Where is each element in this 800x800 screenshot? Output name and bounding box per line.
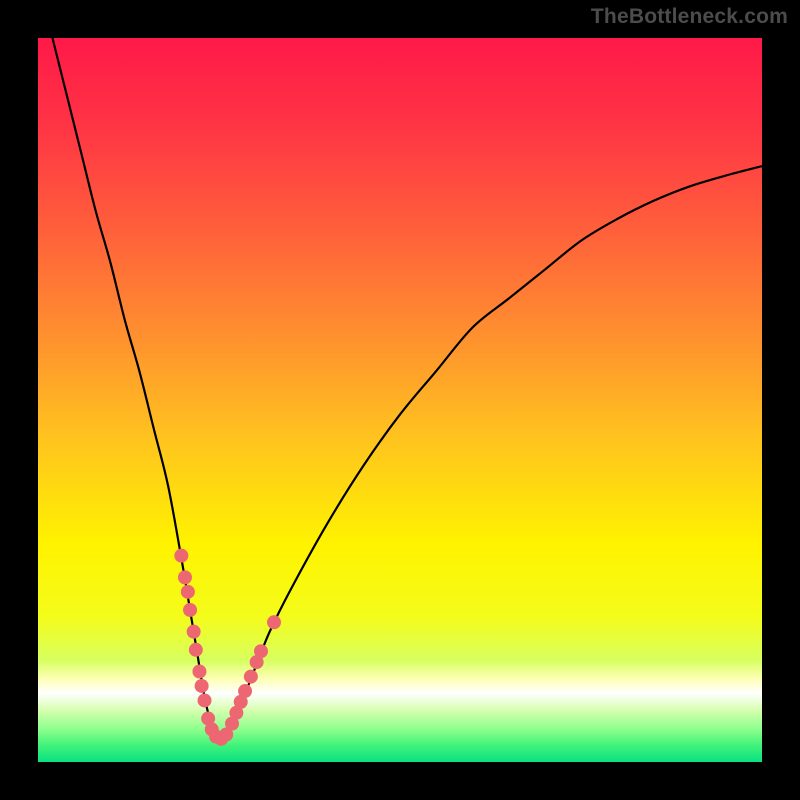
marker-point: [174, 549, 188, 563]
marker-point: [195, 679, 209, 693]
watermark-text: TheBottleneck.com: [591, 6, 788, 27]
marker-point: [267, 615, 281, 629]
marker-point: [238, 684, 252, 698]
marker-point: [189, 643, 203, 657]
marker-point: [244, 670, 258, 684]
marker-point: [181, 585, 195, 599]
chart-svg: [38, 38, 762, 762]
marker-point: [198, 693, 212, 707]
chart-frame: TheBottleneck.com: [0, 0, 800, 800]
plot-area: [38, 38, 762, 762]
marker-point: [192, 665, 206, 679]
marker-point: [183, 603, 197, 617]
marker-point: [187, 625, 201, 639]
marker-point: [254, 644, 268, 658]
marker-point: [178, 570, 192, 584]
